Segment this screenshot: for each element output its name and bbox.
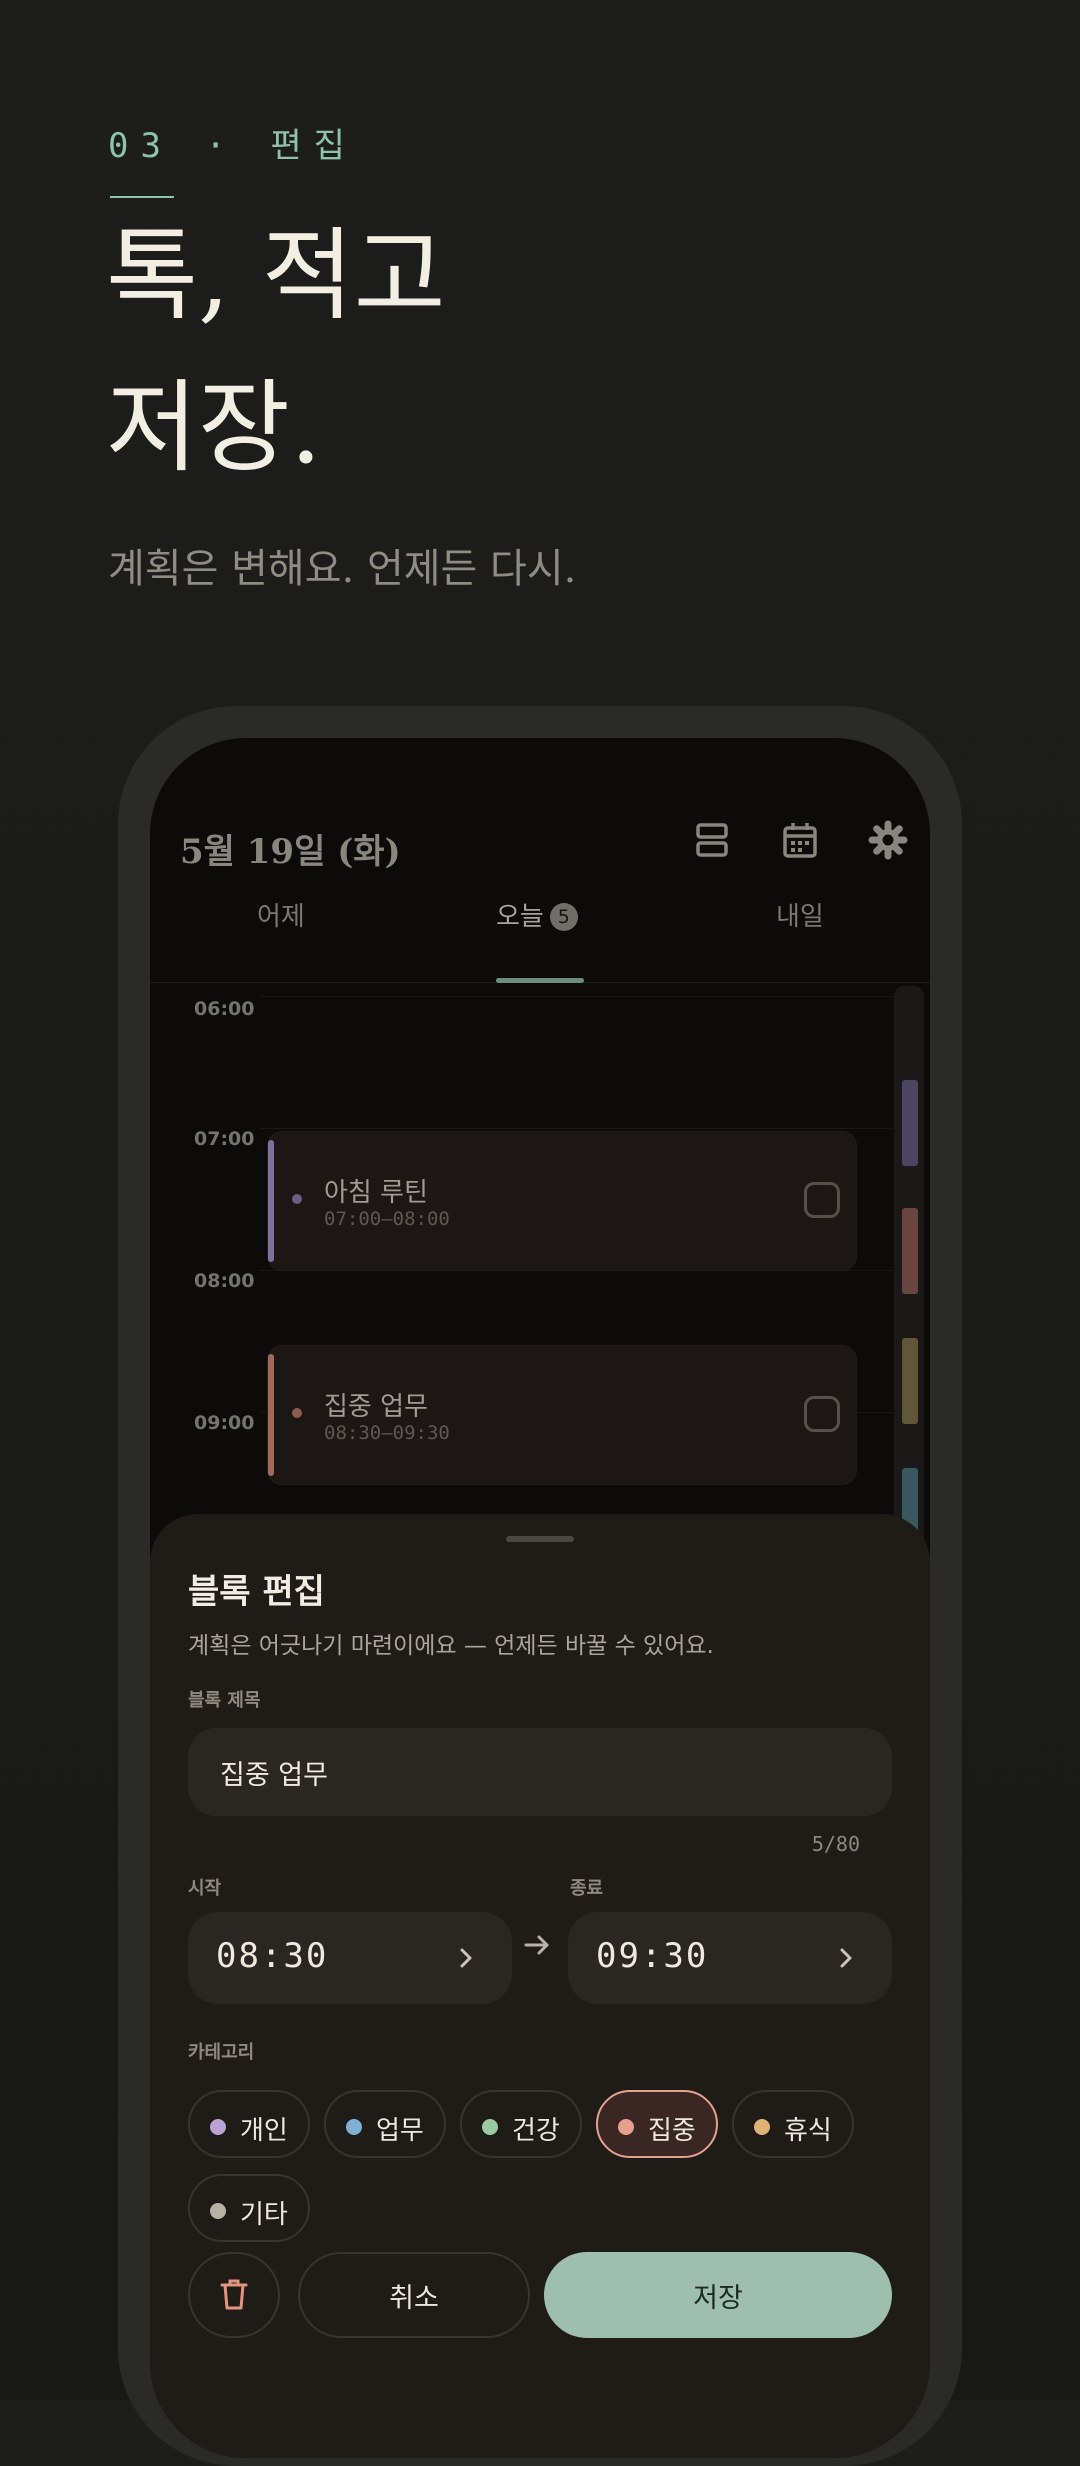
hero-headline: 톡, 적고 저장. [106,200,446,504]
block-time: 07:00–08:00 [324,1208,450,1230]
category-chip-work[interactable]: 업무 [324,2090,446,2158]
calendar-icon[interactable] [780,820,820,860]
hour-label: 07:00 [194,1128,255,1150]
category-chip-health[interactable]: 건강 [460,2090,582,2158]
chip-label: 집중 [648,2116,696,2146]
hour-line [260,996,896,997]
time-block-focus-work[interactable]: 집중 업무 08:30–09:30 [268,1346,856,1484]
block-title: 아침 루틴 [324,1178,428,1208]
sheet-drag-handle[interactable] [506,1536,574,1542]
hero-subtitle: 계획은 변해요. 언제든 다시. [108,546,577,592]
category-chip-rest[interactable]: 휴식 [732,2090,854,2158]
section-kicker: 03 · 편집 [108,126,357,166]
chip-label: 개인 [240,2116,288,2146]
block-time: 08:30–09:30 [324,1422,450,1444]
hour-line [260,1128,896,1129]
timeline-scrollbar[interactable] [894,986,924,1554]
category-label: 카테고리 [188,2042,255,2063]
chip-color-dot [346,2119,362,2135]
chip-color-dot [754,2119,770,2135]
app-date-title: 5월 19일 (화) [180,832,401,872]
chip-label: 업무 [376,2116,424,2146]
char-count: 5/80 [811,1832,860,1856]
tab-today-badge: 5 [549,903,578,931]
hour-line [260,1270,896,1271]
block-title-label: 블록 제목 [188,1690,261,1711]
chevron-right-icon [840,1948,852,1968]
category-chip-personal[interactable]: 개인 [188,2090,310,2158]
block-title: 집중 업무 [324,1392,428,1422]
scroll-segment [902,1208,918,1294]
block-checkbox[interactable] [804,1182,840,1218]
hour-label: 06:00 [194,998,255,1020]
end-time-value: 09:30 [596,1936,709,1976]
cancel-button[interactable]: 취소 [298,2252,530,2338]
block-title-input[interactable] [188,1728,892,1816]
hour-label: 09:00 [194,1412,255,1434]
chip-color-dot [210,2119,226,2135]
tab-today-label: 오늘 [496,902,544,932]
gear-icon[interactable] [868,820,908,860]
trash-icon [220,2279,248,2309]
category-chip-other[interactable]: 기타 [188,2174,310,2242]
tab-today[interactable]: 오늘 5 [496,896,578,933]
day-tabs: 어제 오늘 5 내일 [150,896,930,964]
arrow-right-icon [524,1935,549,1955]
tab-active-indicator [496,978,584,983]
scroll-segment [902,1338,918,1424]
start-time-value: 08:30 [216,1936,329,1976]
chip-color-dot [618,2119,634,2135]
sheet-title: 블록 편집 [188,1572,325,1612]
chevron-right-icon [460,1948,472,1968]
hour-label: 08:00 [194,1270,255,1292]
block-category-dot [292,1194,302,1204]
start-time-label: 시작 [188,1878,222,1899]
block-checkbox[interactable] [804,1396,840,1432]
chip-label: 휴식 [784,2116,832,2146]
headline-line-2: 저장. [106,369,322,486]
tab-yesterday-label: 어제 [257,902,305,932]
edit-block-sheet: 블록 편집 계획은 어긋나기 마련이에요 — 언제든 바꿀 수 있어요. 블록 … [150,1514,930,2458]
tab-tomorrow-label: 내일 [776,902,824,932]
kicker-underline [110,196,174,198]
end-time-field[interactable]: 09:30 [568,1912,892,2004]
block-color-bar [268,1140,274,1262]
block-color-bar [268,1354,274,1476]
start-time-field[interactable]: 08:30 [188,1912,512,2004]
block-category-dot [292,1408,302,1418]
category-chip-focus[interactable]: 집중 [596,2090,718,2158]
view-agenda-icon[interactable] [692,820,732,860]
headline-line-1: 톡, 적고 [106,217,446,334]
chip-label: 기타 [240,2200,288,2230]
tab-tomorrow[interactable]: 내일 [776,896,824,933]
delete-button[interactable] [188,2252,280,2338]
chip-label: 건강 [512,2116,560,2146]
sheet-description: 계획은 어긋나기 마련이에요 — 언제든 바꿀 수 있어요. [188,1633,714,1659]
save-button[interactable]: 저장 [544,2252,892,2338]
end-time-label: 종료 [570,1878,604,1899]
chip-color-dot [482,2119,498,2135]
tab-yesterday[interactable]: 어제 [257,896,305,933]
time-block-morning-routine[interactable]: 아침 루틴 07:00–08:00 [268,1132,856,1270]
scroll-segment [902,1080,918,1166]
phone-screen: 5월 19일 (화) 어제 오늘 5 내일 06:00 07:00 08:00 … [150,738,930,2458]
chip-color-dot [210,2203,226,2219]
